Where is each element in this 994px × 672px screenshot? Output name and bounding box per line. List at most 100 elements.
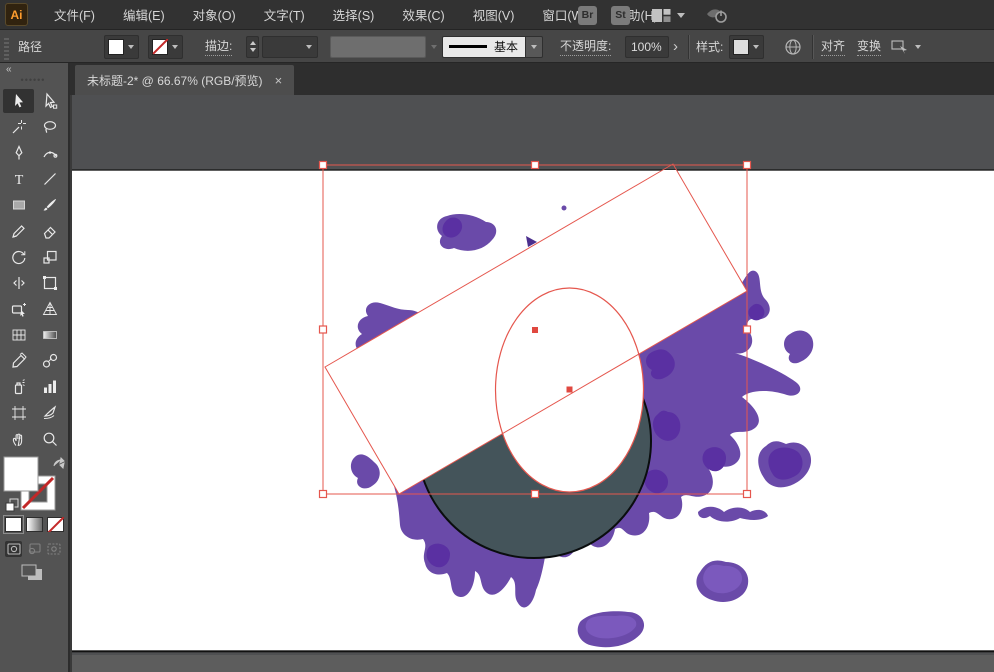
zoom-tool[interactable]	[34, 427, 65, 451]
selection-handle[interactable]	[744, 491, 751, 498]
fill-stroke-indicator[interactable]	[2, 455, 68, 515]
horizontal-scrollbar[interactable]	[72, 655, 994, 672]
eyedropper-tool[interactable]	[3, 349, 34, 373]
app-logo[interactable]: Ai	[5, 3, 28, 26]
chevron-down-icon[interactable]	[915, 45, 921, 49]
gradient-mode-button[interactable]	[26, 517, 43, 532]
width-tool[interactable]	[3, 271, 34, 295]
draw-normal-button[interactable]	[5, 541, 22, 557]
column-graph-tool[interactable]	[34, 375, 65, 399]
document-canvas[interactable]	[72, 95, 994, 672]
free-transform-tool[interactable]	[34, 271, 65, 295]
panel-grip[interactable]: ••••••	[0, 76, 66, 85]
brush-definition-dropdown[interactable]: 基本	[442, 30, 543, 63]
scale-tool[interactable]	[34, 245, 65, 269]
paintbrush-tool[interactable]	[34, 193, 65, 217]
magic-wand-tool[interactable]	[3, 115, 34, 139]
gradient-tool[interactable]	[34, 323, 65, 347]
draw-behind-icon	[27, 543, 41, 555]
selection-handle[interactable]	[320, 491, 327, 498]
rotate-tool[interactable]	[3, 245, 34, 269]
document-tab[interactable]: 未标题-2* @ 66.67% (RGB/预览) ×	[75, 65, 294, 95]
stroke-color-dropdown[interactable]	[148, 30, 183, 63]
rectangle-center-point[interactable]	[532, 327, 538, 333]
workspace-layout-icon	[652, 9, 671, 22]
draw-inside-button[interactable]	[45, 541, 62, 557]
default-fill-stroke-icon[interactable]	[6, 499, 18, 511]
perspective-grid-tool[interactable]	[34, 297, 65, 321]
screen-mode-button[interactable]	[20, 563, 46, 583]
swap-fill-stroke-icon[interactable]	[54, 458, 64, 468]
select-similar-button[interactable]	[891, 30, 921, 63]
panel-collapse-icon[interactable]: «	[6, 64, 12, 75]
curvature-tool[interactable]	[34, 141, 65, 165]
menu-file[interactable]: 文件(F)	[40, 0, 109, 31]
selection-handle[interactable]	[532, 162, 539, 169]
opacity-expander-button[interactable]: ›	[671, 30, 680, 63]
stroke-weight-field[interactable]	[262, 30, 318, 63]
selection-handle[interactable]	[744, 162, 751, 169]
style-swatch[interactable]	[733, 39, 749, 55]
fill-swatch[interactable]	[108, 39, 124, 55]
style-dropdown[interactable]	[729, 30, 764, 63]
rectangle-tool[interactable]	[3, 193, 34, 217]
menu-type[interactable]: 文字(T)	[250, 0, 319, 31]
draw-behind-button[interactable]	[25, 541, 42, 557]
none-mode-button[interactable]	[47, 517, 64, 532]
stock-button[interactable]: St	[611, 6, 630, 25]
selection-handle[interactable]	[320, 162, 327, 169]
line-segment-tool[interactable]	[34, 167, 65, 191]
stroke-chevron-icon[interactable]	[168, 36, 182, 58]
hand-tool[interactable]	[3, 427, 34, 451]
selection-handle[interactable]	[744, 326, 751, 333]
color-mode-button[interactable]	[5, 517, 22, 532]
opacity-field[interactable]: 100%	[625, 30, 669, 63]
menu-effect[interactable]: 效果(C)	[388, 0, 458, 31]
draw-normal-icon	[7, 543, 21, 555]
style-chevron-icon[interactable]	[749, 36, 763, 58]
direct-selection-tool[interactable]	[34, 89, 65, 113]
control-bar-grip[interactable]	[4, 30, 9, 63]
slice-tool[interactable]	[34, 401, 65, 425]
gpu-performance-icon[interactable]	[705, 5, 729, 25]
lasso-tool[interactable]	[34, 115, 65, 139]
menu-edit[interactable]: 编辑(E)	[109, 0, 179, 31]
stroke-weight-stepper[interactable]	[246, 30, 259, 63]
blend-tool[interactable]	[34, 349, 65, 373]
workspace-switcher[interactable]	[652, 9, 685, 22]
chevron-down-icon[interactable]	[306, 45, 312, 49]
chevron-down-icon	[431, 45, 437, 49]
step-down-icon[interactable]	[250, 48, 256, 52]
pencil-tool[interactable]	[3, 219, 34, 243]
transform-button[interactable]: 变换	[857, 30, 881, 63]
fill-indicator[interactable]	[4, 457, 38, 491]
opacity-label[interactable]: 不透明度:	[560, 30, 611, 63]
scale-icon	[41, 248, 59, 266]
eraser-tool[interactable]	[34, 219, 65, 243]
pen-tool[interactable]	[3, 141, 34, 165]
context-label: 路径	[18, 30, 42, 63]
none-diagonal-icon	[152, 39, 168, 55]
stroke-swatch[interactable]	[152, 39, 168, 55]
brush-chevron-icon[interactable]	[526, 36, 543, 58]
mesh-tool[interactable]	[3, 323, 34, 347]
shape-builder-tool[interactable]	[3, 297, 34, 321]
step-up-icon[interactable]	[250, 41, 256, 45]
selection-handle[interactable]	[320, 326, 327, 333]
bridge-button[interactable]: Br	[578, 6, 597, 25]
document-setup-button[interactable]	[784, 30, 802, 63]
ellipse-center-point[interactable]	[567, 387, 573, 393]
tab-close-icon[interactable]: ×	[275, 74, 283, 87]
menu-select[interactable]: 选择(S)	[319, 0, 389, 31]
align-button[interactable]: 对齐	[821, 30, 845, 63]
selection-tool[interactable]	[3, 89, 34, 113]
type-tool[interactable]: T	[3, 167, 34, 191]
artboard-tool[interactable]	[3, 401, 34, 425]
menu-view[interactable]: 视图(V)	[459, 0, 529, 31]
fill-chevron-icon[interactable]	[124, 36, 138, 58]
fill-color-dropdown[interactable]	[104, 30, 139, 63]
stroke-weight-label[interactable]: 描边:	[205, 30, 232, 63]
symbol-sprayer-tool[interactable]	[3, 375, 34, 399]
menu-object[interactable]: 对象(O)	[179, 0, 250, 31]
selection-handle[interactable]	[532, 491, 539, 498]
